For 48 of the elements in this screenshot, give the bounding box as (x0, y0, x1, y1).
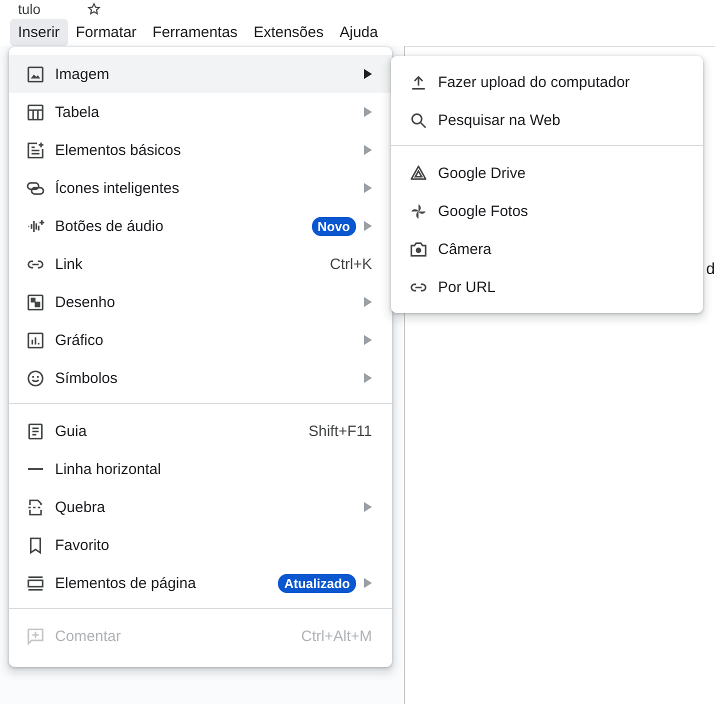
menu-item[interactable]: Google Drive (391, 154, 703, 192)
menu-item[interactable]: Ícones inteligentes (9, 169, 392, 207)
pinwheel-icon (409, 202, 428, 220)
menu-item[interactable]: Guia Shift+F11 (9, 412, 392, 450)
menu-item[interactable]: Tabela (9, 93, 392, 131)
menu-item[interactable]: Gráfico (9, 321, 392, 359)
smiley-icon (26, 368, 45, 388)
star-icon (86, 2, 101, 16)
menu-item[interactable]: Imagem (9, 55, 392, 93)
menu-item[interactable]: Símbolos (9, 359, 392, 397)
shortcut-text: Ctrl+Alt+M (301, 628, 372, 644)
menu-item[interactable]: Desenho (9, 283, 392, 321)
menu-tab[interactable]: Formatar (68, 18, 145, 46)
menu-item[interactable]: Botões de áudio Novo (9, 207, 392, 245)
menu-item[interactable]: Por URL (391, 268, 703, 306)
menu-tab[interactable]: Inserir (10, 18, 68, 46)
menu-item[interactable]: Quebra (9, 488, 392, 526)
shortcut-text: Ctrl+K (330, 256, 372, 272)
table-icon (26, 102, 45, 122)
menu-item[interactable]: Favorito (9, 526, 392, 564)
new-badge: Atualizado (278, 574, 356, 592)
menu-item[interactable]: Pesquisar na Web (391, 101, 703, 139)
menu-tab[interactable]: Ajuda (332, 18, 386, 46)
document-icon (26, 422, 45, 440)
page-elements-icon (26, 574, 45, 592)
new-badge: Novo (312, 216, 356, 236)
shortcut-text: Shift+F11 (308, 422, 372, 440)
page-break-icon (26, 498, 45, 516)
horizontal-line-icon (28, 468, 43, 470)
document-plus-icon (26, 140, 45, 160)
triangle-icon (409, 164, 428, 182)
drawing-icon (26, 292, 45, 312)
menu-item[interactable]: Fazer upload do computador (391, 63, 703, 101)
menu-tab[interactable]: Ferramentas (144, 18, 246, 46)
menu-tab[interactable]: Extensões (246, 18, 332, 46)
image-icon (26, 64, 45, 84)
document-text: d (706, 261, 715, 279)
menu-item[interactable]: Elementos básicos (9, 131, 392, 169)
comment-plus-icon (26, 626, 45, 646)
menu-item[interactable]: Linha horizontal (9, 450, 392, 488)
chart-icon (26, 330, 45, 350)
menu-item[interactable]: Elementos de página Atualizado (9, 564, 392, 602)
menu-item[interactable]: Link Ctrl+K (9, 245, 392, 283)
search-icon (409, 110, 428, 130)
camera-icon (409, 240, 428, 258)
menu-item[interactable]: Câmera (391, 230, 703, 268)
menu-item[interactable]: Google Fotos (391, 192, 703, 230)
document-title[interactable]: tulo (18, 1, 41, 17)
